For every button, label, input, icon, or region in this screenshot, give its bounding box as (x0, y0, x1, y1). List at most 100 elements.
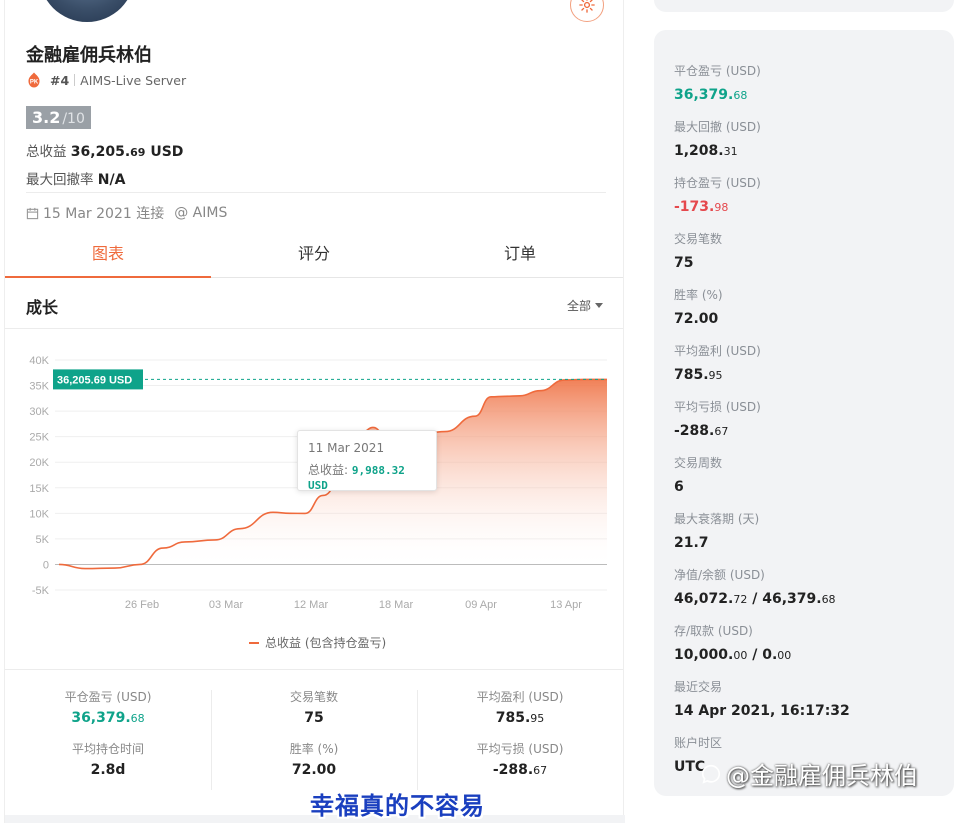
stat-label: 净值/余额 (USD) (674, 568, 765, 582)
current-value-label: 36,205.69 USD (57, 374, 132, 386)
stat-item: 持仓盈亏 (USD) -173.98 (674, 174, 761, 215)
stat-label: 账户时区 (674, 736, 723, 750)
y-tick-label: 10K (29, 508, 49, 520)
growth-filter-label: 全部 (567, 299, 592, 313)
y-tick-label: 40K (29, 355, 49, 367)
summary-stat-value: -288.67 (492, 762, 548, 778)
summary-stat: 平均亏损 (USD) -288.67 (417, 740, 623, 778)
stat-value: 14 Apr 2021, 16:17:32 (674, 703, 850, 719)
stat-item: 交易笔数 75 (674, 230, 722, 271)
summary-stat: 交易笔数 75 (211, 688, 417, 726)
stat-value: 36,379.68 (674, 87, 748, 103)
connected-date: 15 Mar 2021 连接 (43, 206, 165, 222)
divider (26, 192, 606, 193)
calendar-icon (26, 207, 39, 219)
chart-tooltip: 11 Mar 2021 总收益: 9,988.32 USD (297, 430, 437, 492)
score-badge: 3.2 /10 (26, 106, 91, 129)
trader-card: 金融雇佣兵林伯 PK #4 AIMS-Live Server 3.2 /10 总… (4, 0, 625, 823)
growth-title: 成长 (26, 298, 59, 317)
stat-item: 最大衰落期 (天) 21.7 (674, 510, 759, 551)
stat-item: 净值/余额 (USD) 46,072.72 / 46,379.68 (674, 566, 836, 607)
y-tick-label: 20K (29, 457, 49, 469)
avatar[interactable] (39, 0, 135, 22)
tab-chart[interactable]: 图表 (5, 232, 211, 278)
rank-row: PK #4 AIMS-Live Server (26, 72, 186, 88)
stat-value: 21.7 (674, 535, 709, 551)
chart-legend[interactable]: 总收益 (包含持仓盈亏) (249, 634, 386, 651)
stat-label: 交易笔数 (674, 232, 723, 246)
stat-value: 785.95 (674, 367, 723, 383)
y-tick-label: -5K (32, 585, 50, 597)
svg-text:PK: PK (30, 80, 39, 86)
max-drawdown-rate: 最大回撤率 N/A (26, 168, 125, 188)
score-max: /10 (62, 111, 85, 127)
y-tick-label: 15K (29, 483, 49, 495)
stat-item: 最大回撤 (USD) 1,208.31 (674, 118, 761, 159)
growth-filter-dropdown[interactable]: 全部 (567, 297, 604, 314)
watermark-text: @金融雇佣兵林伯 (726, 762, 918, 790)
summary-stat-value: 75 (304, 710, 324, 726)
total-profit: 总收益 36,205.69 USD (26, 140, 183, 160)
summary-stat-label: 平均亏损 (USD) (476, 742, 564, 756)
summary-stat-label: 平仓盈亏 (USD) (64, 690, 152, 704)
x-tick-label: 26 Feb (125, 599, 159, 611)
video-subtitle: 幸福真的不容易 (310, 792, 485, 820)
stat-value: 6 (674, 479, 684, 495)
x-tick-label: 03 Mar (209, 599, 244, 611)
stat-value: 75 (674, 255, 694, 271)
stat-value: 46,072.72 / 46,379.68 (674, 591, 836, 607)
stat-item: 交易周数 6 (674, 454, 722, 495)
stat-label: 平均盈利 (USD) (674, 344, 761, 358)
y-tick-label: 30K (29, 406, 49, 418)
trader-name: 金融雇佣兵林伯 (26, 45, 152, 66)
tooltip-date: 11 Mar 2021 (308, 441, 385, 455)
pk-badge-icon: PK (28, 72, 40, 88)
score-value: 3.2 (32, 108, 61, 127)
summary-stat-label: 平均持仓时间 (71, 742, 144, 756)
stat-value: 10,000.00 / 0.00 (674, 647, 792, 663)
y-tick-label: 35K (29, 381, 49, 393)
stat-item: 最近交易 14 Apr 2021, 16:17:32 (674, 678, 850, 719)
y-tick-label: 25K (29, 432, 49, 444)
stat-label: 交易周数 (674, 456, 723, 470)
connected-via: @ AIMS (174, 205, 228, 221)
summary-stat: 平仓盈亏 (USD) 36,379.68 (5, 688, 211, 726)
legend-swatch (249, 641, 259, 644)
summary-stat-label: 胜率 (%) (289, 742, 339, 756)
summary-stat-label: 交易笔数 (289, 690, 338, 704)
statistics-card: 平仓盈亏 (USD) 36,379.68 最大回撤 (USD) 1,208.31 持仓盈… (654, 30, 954, 796)
stat-label: 胜率 (%) (674, 288, 723, 302)
y-tick-label: 5K (36, 534, 50, 546)
summary-grid: 平仓盈亏 (USD) 36,379.68 交易笔数 75 平均盈利 (USD) 785.9… (5, 688, 623, 778)
stat-label: 平均亏损 (USD) (674, 400, 761, 414)
stat-item: 存/取款 (USD) 10,000.00 / 0.00 (674, 622, 791, 663)
max-drawdown-rate-value: N/A (97, 172, 126, 188)
summary-stat-value: 2.8d (90, 762, 126, 778)
watermark: @金融雇佣兵林伯 (700, 756, 918, 791)
stat-item: 平均盈利 (USD) 785.95 (674, 342, 761, 383)
y-tick-label: 0 (43, 559, 49, 571)
caret-down-icon (595, 302, 604, 308)
connected-info: 15 Mar 2021 连接 @ AIMS (26, 203, 227, 223)
total-profit-value: 36,205.69 USD (70, 144, 184, 160)
stat-value: 72.00 (674, 311, 719, 327)
server-name: AIMS-Live Server (80, 72, 187, 88)
summary-stat: 胜率 (%) 72.00 (211, 740, 417, 778)
tab-rating[interactable]: 评分 (211, 232, 417, 277)
stat-value: -288.67 (674, 423, 729, 439)
summary-stat-value: 785.95 (495, 710, 545, 726)
right-card-top (654, 0, 954, 12)
stat-label: 持仓盈亏 (USD) (674, 176, 761, 190)
tab-orders[interactable]: 订单 (417, 232, 623, 277)
tab-bar: 图表 评分 订单 (5, 232, 623, 278)
tooltip-label: 总收益: (308, 463, 349, 477)
stat-item: 平仓盈亏 (USD) 36,379.68 (674, 62, 761, 103)
stat-item: 胜率 (%) 72.00 (674, 286, 723, 327)
stat-label: 最大回撤 (USD) (674, 120, 761, 134)
stat-label: 最近交易 (674, 680, 723, 694)
watermark-logo-icon (701, 764, 721, 784)
stat-label: 最大衰落期 (天) (674, 512, 760, 526)
stat-label: 存/取款 (USD) (674, 624, 753, 638)
legend-label: 总收益 (包含持仓盈亏) (265, 636, 387, 650)
settings-button[interactable] (570, 0, 604, 22)
